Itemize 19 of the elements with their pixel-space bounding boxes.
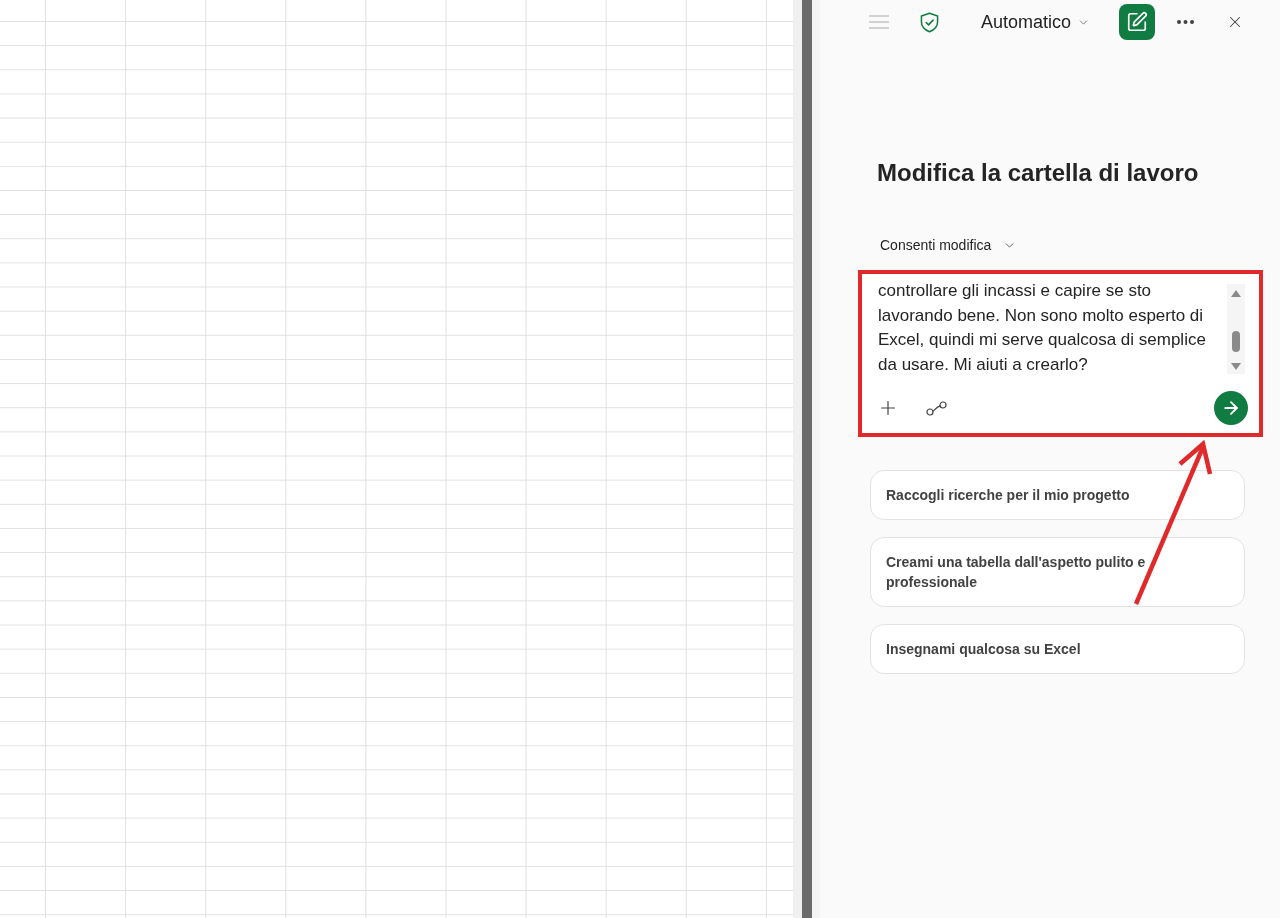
mode-label: Automatico bbox=[981, 10, 1072, 34]
scrollbar[interactable] bbox=[1227, 284, 1245, 374]
permission-label: Consenti modifica bbox=[880, 235, 992, 255]
linked-circles-icon bbox=[925, 400, 947, 416]
suggestion-card[interactable]: Raccogli ricerche per il mio progetto bbox=[870, 470, 1245, 520]
prompt-text: controllare gli incassi e capire se sto lavorando bene. Non sono molto esperto di Excel, quindi mi serve qualcosa di semplice da usare. Mi aiuti a crearlo? bbox=[878, 280, 1207, 377]
new-chat-button[interactable] bbox=[1119, 4, 1155, 40]
send-button[interactable] bbox=[1214, 391, 1248, 425]
prompt-box[interactable]: controllare gli incassi e capire se sto lavorando bene. Non sono molto esperto di Excel, quindi mi serve qualcosa di semplice da usare. Mi aiuti a crearlo? bbox=[862, 274, 1259, 433]
more-icon bbox=[1176, 20, 1194, 24]
menu-icon bbox=[869, 15, 889, 29]
suggestion-card[interactable]: Creami una tabella dall'aspetto pulito e professionale bbox=[870, 537, 1245, 607]
mode-dropdown[interactable]: Automatico bbox=[981, 8, 1096, 36]
suggestion-card[interactable]: Insegnami qualcosa su Excel bbox=[870, 624, 1245, 674]
edit-icon bbox=[1126, 11, 1148, 33]
permission-dropdown[interactable]: Consenti modifica bbox=[880, 235, 1017, 255]
shield-check-icon[interactable] bbox=[920, 11, 939, 33]
panel-heading: Modifica la cartella di lavoro bbox=[877, 158, 1200, 188]
pane-splitter[interactable] bbox=[793, 0, 820, 918]
